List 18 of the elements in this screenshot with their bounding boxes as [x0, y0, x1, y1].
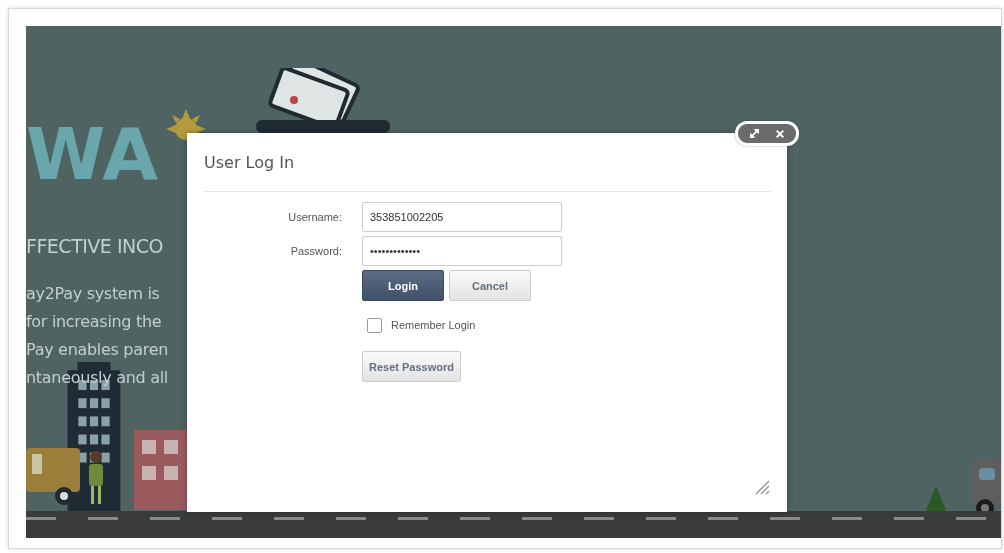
login-button[interactable]: Login	[362, 270, 444, 301]
checkbox-label: Remember Login	[391, 319, 476, 331]
input-field[interactable]: •••••••••••••	[362, 236, 562, 266]
bus-drawing	[26, 448, 82, 506]
logo-text: WA	[26, 118, 159, 190]
input-field[interactable]: 353851002205	[362, 202, 562, 232]
paragraph-line: Pay enables paren	[26, 339, 169, 361]
field-label: Username:	[287, 210, 342, 225]
cancel-button[interactable]: Cancel	[449, 270, 531, 301]
person-drawing	[86, 450, 106, 506]
dialog-title: User Log In	[204, 153, 295, 174]
page-heading: FFECTIVE INCO	[26, 234, 163, 258]
paragraph-line: ntaneously and all	[26, 367, 168, 389]
reset-password-button[interactable]: Reset Password	[362, 351, 461, 382]
checkbox[interactable]	[367, 317, 382, 333]
paragraph-line: for increasing the	[26, 311, 162, 333]
field-label: Password:	[289, 244, 342, 259]
paragraph-line: ay2Pay system is	[26, 283, 160, 305]
